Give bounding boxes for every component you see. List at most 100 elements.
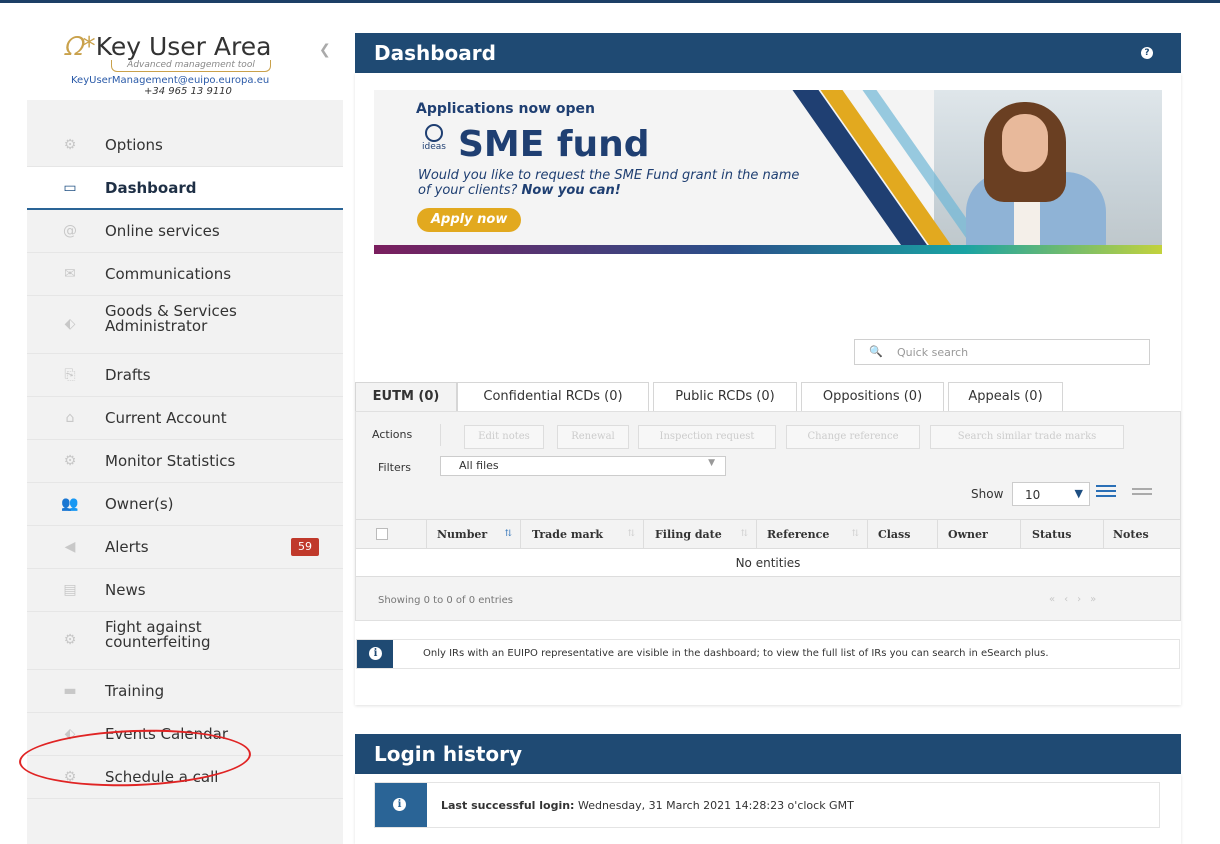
sidebar-item-label: Dashboard: [105, 179, 197, 197]
column-trade-mark[interactable]: Trade mark ⇅: [521, 520, 644, 550]
sidebar-item-label: Monitor Statistics: [105, 452, 236, 470]
info-message: i Only IRs with an EUIPO representative …: [356, 639, 1180, 669]
sidebar-item-training[interactable]: ▬ Training: [27, 670, 343, 713]
sidebar-item-communications[interactable]: ✉ Communications: [27, 253, 343, 296]
edit-notes-button[interactable]: Edit notes: [464, 425, 544, 449]
info-icon: i: [357, 640, 393, 668]
tab-bar: EUTM (0) Confidential RCDs (0) Public RC…: [355, 382, 1181, 412]
renewal-button[interactable]: Renewal: [557, 425, 629, 449]
monitor-icon: ▬: [63, 683, 77, 699]
banner-logo-text: ideas: [422, 142, 446, 152]
eutm-tab-panel: Actions Edit notes Renewal Inspection re…: [355, 411, 1181, 621]
show-label: Show: [971, 487, 1004, 501]
ideas-logo-icon: ideas: [417, 124, 451, 160]
sidebar-item-news[interactable]: ▤ News: [27, 569, 343, 612]
tab-public-rcds[interactable]: Public RCDs (0): [653, 382, 797, 412]
quick-search-box[interactable]: 🔍: [854, 339, 1150, 365]
drafts-icon: ⎘: [64, 367, 76, 383]
tab-appeals[interactable]: Appeals (0): [948, 382, 1063, 412]
inspection-request-button[interactable]: Inspection request: [638, 425, 776, 449]
list-view-icon[interactable]: [1096, 485, 1116, 499]
filters-select[interactable]: All files ▼: [440, 456, 726, 476]
sort-icon: ⇅: [504, 529, 512, 539]
column-notes: Notes: [1113, 528, 1149, 541]
top-border: [0, 0, 1220, 3]
last-login-row: i Last successful login: Wednesday, 31 M…: [374, 782, 1160, 828]
sidebar-item-options[interactable]: ⚙ Options: [27, 124, 343, 167]
pagination-controls[interactable]: «‹›»: [1049, 594, 1105, 605]
search-similar-trademarks-button[interactable]: Search similar trade marks: [930, 425, 1124, 449]
actions-chevron-icon: [427, 424, 441, 446]
banner-person: [1002, 114, 1048, 172]
sidebar-item-dashboard[interactable]: ▭ Dashboard: [27, 167, 343, 210]
sidebar-item-label: Options: [105, 136, 163, 154]
sidebar-item-label: Fight against counterfeiting: [105, 618, 211, 651]
sidebar-item-label: Drafts: [105, 366, 151, 384]
column-status: Status: [1021, 520, 1104, 550]
banner-question: Would you like to request the SME Fund g…: [418, 168, 800, 198]
column-owner: Owner: [938, 520, 1021, 550]
users-icon: 👥: [61, 496, 79, 512]
sidebar-item-label: Communications: [105, 265, 232, 283]
book-icon: ▤: [63, 582, 77, 598]
brand-logo-icon: ᘯ*: [63, 32, 96, 62]
compact-view-icon[interactable]: [1132, 488, 1152, 498]
last-login-text: Last successful login: Wednesday, 31 Mar…: [441, 799, 854, 812]
brand-subtitle: Advanced management tool: [111, 60, 271, 72]
select-all-cell: [356, 520, 427, 550]
chevron-down-icon: ▼: [1074, 487, 1083, 500]
sidebar-item-goods-services[interactable]: ⬖ Goods & Services Administrator: [27, 296, 343, 354]
tags-icon: ⬖: [64, 316, 76, 332]
banner-headline: SME fund: [458, 124, 650, 165]
sidebar-item-owners[interactable]: 👥 Owner(s): [27, 483, 343, 526]
banner-kicker: Applications now open: [416, 101, 595, 117]
gear-icon: ⚙: [63, 453, 77, 469]
sidebar-item-online-services[interactable]: @ Online services: [27, 210, 343, 253]
select-all-checkbox[interactable]: [376, 528, 388, 540]
collapse-sidebar-icon[interactable]: ❮: [319, 42, 331, 58]
filters-label: Filters: [378, 461, 411, 474]
info-message-text: Only IRs with an EUIPO representative ar…: [423, 648, 1049, 659]
column-reference[interactable]: Reference ⇅: [757, 520, 868, 550]
tab-eutm[interactable]: EUTM (0): [355, 382, 457, 412]
sidebar-item-alerts[interactable]: ◀ Alerts 59: [27, 526, 343, 569]
sidebar: ᘯ*Key User Area ❮ Advanced management to…: [27, 18, 343, 844]
dashboard-header: Dashboard ?: [355, 33, 1181, 73]
column-filing-date[interactable]: Filing date ⇅: [644, 520, 757, 550]
change-reference-button[interactable]: Change reference: [786, 425, 920, 449]
banner-gradient-stripe: [374, 245, 1162, 254]
chevron-down-icon: ▼: [708, 458, 715, 468]
page-size-select[interactable]: 10 ▼: [1012, 482, 1090, 506]
sidebar-item-label: Alerts: [105, 538, 149, 556]
table-header: Number ⇅ Trade mark ⇅ Filing date ⇅ Referen…: [356, 519, 1180, 550]
dashboard-body: Applications now open ideas SME fund Wou…: [355, 73, 1181, 705]
actions-label: Actions: [372, 428, 413, 441]
sort-icon: ⇅: [740, 529, 748, 539]
info-icon: i: [375, 783, 427, 827]
entries-summary: Showing 0 to 0 of 0 entries: [378, 595, 513, 606]
apply-now-button[interactable]: Apply now: [417, 208, 522, 232]
gear-icon: ⚙: [63, 137, 77, 153]
tab-oppositions[interactable]: Oppositions (0): [801, 382, 944, 412]
sidebar-nav: ⚙ Options ▭ Dashboard @ Online services …: [27, 124, 343, 799]
brand-phone: +34 965 13 9110: [144, 86, 232, 97]
login-history-body: i Last successful login: Wednesday, 31 M…: [355, 774, 1181, 844]
sort-icon: ⇅: [851, 529, 859, 539]
brand-email-link[interactable]: KeyUserManagement@euipo.europa.eu: [71, 75, 269, 86]
help-icon[interactable]: ?: [1141, 47, 1153, 59]
tab-confidential-rcds[interactable]: Confidential RCDs (0): [457, 382, 649, 412]
sidebar-item-current-account[interactable]: ⌂ Current Account: [27, 397, 343, 440]
quick-search-input[interactable]: [897, 344, 1137, 360]
column-class: Class: [868, 520, 938, 550]
sidebar-item-label: Training: [105, 682, 165, 700]
login-history-header: Login history: [355, 734, 1181, 774]
sme-fund-banner[interactable]: Applications now open ideas SME fund Wou…: [374, 90, 1162, 254]
sidebar-item-label: Online services: [105, 222, 220, 240]
brand-title[interactable]: ᘯ*Key User Area: [63, 32, 271, 63]
empty-table-row: No entities: [356, 549, 1180, 577]
sidebar-item-drafts[interactable]: ⎘ Drafts: [27, 354, 343, 397]
sidebar-item-monitor-statistics[interactable]: ⚙ Monitor Statistics: [27, 440, 343, 483]
sort-icon: ⇅: [627, 529, 635, 539]
column-number[interactable]: Number ⇅: [427, 520, 521, 550]
sidebar-item-fight-counterfeiting[interactable]: ⚙ Fight against counterfeiting: [27, 612, 343, 670]
